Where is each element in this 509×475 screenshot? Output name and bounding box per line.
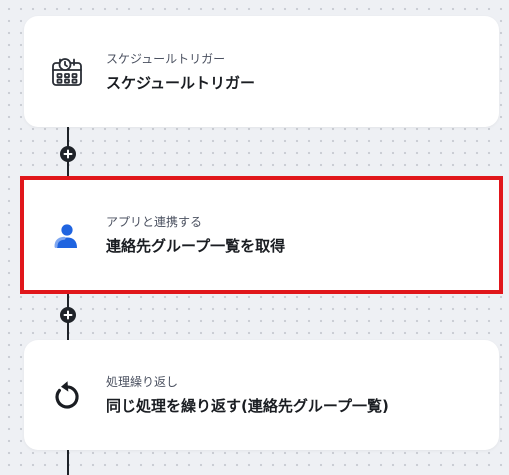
plus-icon xyxy=(63,310,73,320)
step-title: スケジュールトリガー xyxy=(106,73,255,92)
step-category: スケジュールトリガー xyxy=(106,51,226,66)
add-step-button[interactable] xyxy=(60,307,76,323)
calendar-clock-icon xyxy=(50,55,84,89)
step-category: アプリと連携する xyxy=(106,215,203,229)
repeat-arrow-icon xyxy=(50,378,84,412)
step-card-schedule-trigger[interactable]: スケジュールトリガー スケジュールトリガー xyxy=(24,16,499,127)
add-step-button[interactable] xyxy=(60,146,76,162)
person-icon xyxy=(50,218,84,252)
plus-icon xyxy=(63,149,73,159)
step-card-app-integration[interactable]: アプリと連携する 連絡先グループ一覧を取得 xyxy=(20,176,503,294)
step-title: 連絡先グループ一覧を取得 xyxy=(106,237,286,255)
step-title: 同じ処理を繰り返す(連絡先グループ一覧) xyxy=(106,397,389,415)
step-card-loop[interactable]: 処理繰り返し 同じ処理を繰り返す(連絡先グループ一覧) xyxy=(24,340,499,450)
step-category: 処理繰り返し xyxy=(106,375,179,389)
